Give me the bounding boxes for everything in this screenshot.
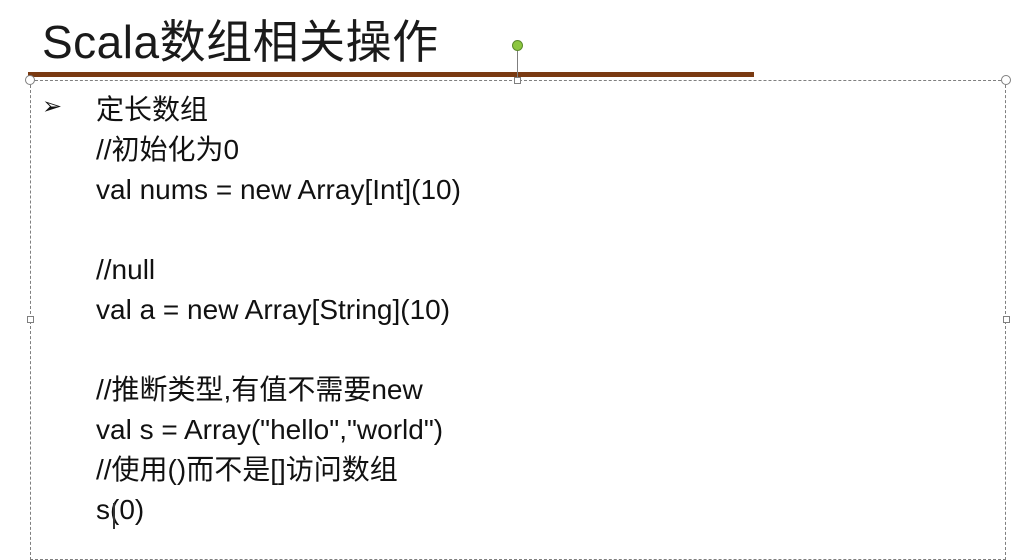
rotate-handle[interactable] <box>512 40 523 51</box>
code-line: val nums = new Array[Int](10) <box>96 174 461 205</box>
code-line: s(0) <box>96 494 145 525</box>
section-heading: 定长数组 <box>96 94 209 125</box>
rotate-handle-stem <box>517 49 518 79</box>
resize-handle-middle-left[interactable] <box>27 316 34 323</box>
text-cursor-icon <box>113 503 115 529</box>
code-line: val s = Array("hello","world") <box>96 414 444 445</box>
code-line: //推断类型,有值不需要new <box>96 374 423 405</box>
arrow-bullet-icon: ➢ <box>42 93 63 120</box>
title-underline <box>28 72 754 77</box>
resize-handle-top-center[interactable] <box>514 77 521 84</box>
slide-body[interactable]: 定长数组 //初始化为0 val nums = new Array[Int](1… <box>96 90 461 530</box>
code-line: //null <box>96 254 156 285</box>
code-line: //初始化为0 <box>96 134 240 165</box>
code-line: val a = new Array[String](10) <box>96 294 451 325</box>
resize-handle-top-left[interactable] <box>25 75 35 85</box>
resize-handle-top-right[interactable] <box>1001 75 1011 85</box>
resize-handle-middle-right[interactable] <box>1003 316 1010 323</box>
code-line: //使用()而不是[]访问数组 <box>96 454 398 485</box>
slide-title[interactable]: Scala数组相关操作 <box>42 14 439 70</box>
